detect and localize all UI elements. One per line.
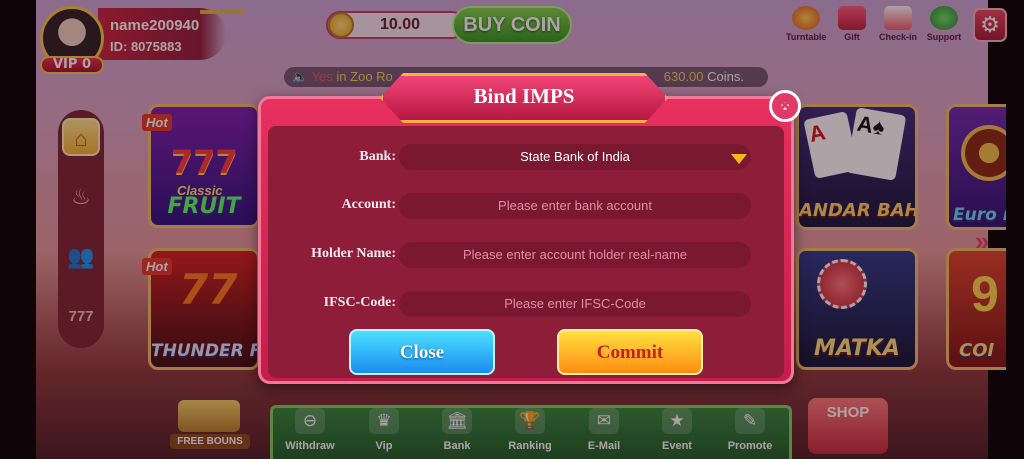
close-icon[interactable]: ✕ <box>769 90 801 122</box>
bank-select[interactable]: State Bank of India <box>399 144 751 170</box>
ifsc-input[interactable]: Please enter IFSC-Code <box>399 291 751 317</box>
ifsc-field-label: IFSC-Code: <box>323 295 396 310</box>
commit-button[interactable]: Commit <box>557 329 703 375</box>
game-lobby-screen: VIP 0 name200940 ID: 8075883 10.00 BUY C… <box>0 0 1024 459</box>
dialog-title: Bind IMPS <box>473 84 575 108</box>
account-field-label: Account: <box>341 197 396 212</box>
close-button[interactable]: Close <box>349 329 495 375</box>
chevron-down-icon[interactable] <box>731 154 747 164</box>
bank-field-label: Bank: <box>359 149 396 164</box>
holder-name-input[interactable]: Please enter account holder real-name <box>399 242 751 268</box>
account-input[interactable]: Please enter bank account <box>399 193 751 219</box>
holder-name-field-label: Holder Name: <box>311 246 396 261</box>
